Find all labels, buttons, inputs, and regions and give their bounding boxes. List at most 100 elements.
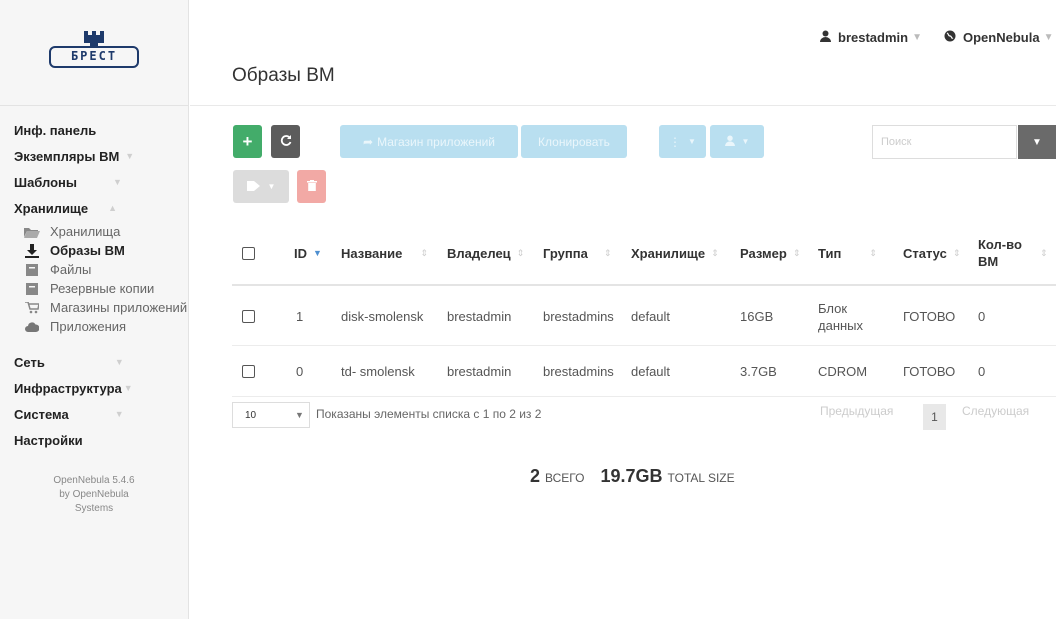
column-status[interactable]: Статус ⇕ [903, 222, 960, 284]
sort-icon: ⇕ [952, 247, 961, 258]
cell-group: brestadmins [543, 309, 614, 324]
sidebar-item-network[interactable]: Сеть ▼ [0, 350, 188, 374]
select-all-checkbox[interactable] [242, 222, 255, 284]
table-row[interactable]: 1 disk-smolensk brestadmin brestadmins d… [232, 288, 1056, 346]
plus-icon: + [242, 131, 253, 151]
page-length-value: 10 [245, 409, 257, 421]
sidebar-item-apps[interactable]: Приложения [0, 317, 188, 336]
column-owner[interactable]: Владелец ⇕ [447, 222, 524, 284]
version-text: OpenNebula 5.4.6 [53, 475, 135, 486]
sidebar-item-label: Инфраструктура [14, 380, 122, 396]
sidebar-item-label: Магазины приложений [50, 300, 188, 315]
sort-desc-icon: ▼ [313, 248, 322, 258]
cell-group: brestadmins [543, 364, 614, 379]
sidebar: БРЕСТ Инф. панель Экземпляры ВМ ▼ Шаблон… [0, 0, 189, 619]
column-name[interactable]: Название ⇕ [341, 222, 428, 284]
logo-area: БРЕСТ [0, 0, 188, 106]
sidebar-item-storage[interactable]: Хранилище ▲ [0, 196, 188, 220]
column-group[interactable]: Группа ⇕ [543, 222, 611, 284]
actions-dropdown[interactable]: ⋮ ▼ [659, 125, 706, 158]
row-checkbox[interactable] [242, 288, 255, 345]
column-label: Группа [543, 245, 588, 261]
page-length-select[interactable]: 10 ▼ [232, 402, 310, 428]
refresh-button[interactable] [271, 125, 300, 158]
pagination-info: Показаны элементы списка с 1 по 2 из 2 [316, 407, 542, 421]
sidebar-footer: OpenNebula 5.4.6 by OpenNebula Systems [0, 474, 188, 516]
more-vertical-icon: ⋮ [669, 134, 682, 149]
sidebar-item-backups[interactable]: Резервные копии [0, 279, 188, 298]
sort-icon: ⇕ [516, 247, 525, 258]
file-icon [24, 263, 40, 277]
sidebar-item-templates[interactable]: Шаблоны ▼ [0, 170, 188, 194]
column-vms[interactable]: Кол-во ВМ [978, 222, 1028, 284]
create-button[interactable]: + [233, 125, 262, 158]
globe-icon [944, 30, 956, 45]
marketplace-button[interactable]: ➦ Магазин приложений [340, 125, 518, 158]
chevron-up-icon: ▲ [108, 203, 118, 213]
logo-text: БРЕСТ [70, 49, 118, 63]
user-dropdown[interactable]: brestadmin ▼ [820, 30, 922, 45]
column-size[interactable]: Размер ⇕ [740, 222, 800, 284]
column-label: Статус [903, 245, 947, 261]
cell-id: 1 [296, 309, 304, 324]
cell-datastore: default [631, 364, 671, 379]
chevron-down-icon: ▼ [114, 409, 124, 419]
current-page-button[interactable]: 1 [923, 404, 946, 430]
sidebar-item-infrastructure[interactable]: Инфраструктура ▼ [0, 376, 188, 400]
user-icon [724, 135, 735, 149]
sidebar-item-dashboard[interactable]: Инф. панель [0, 118, 188, 142]
previous-page-link[interactable]: Предыдущая [820, 404, 893, 418]
username: brestadmin [838, 30, 909, 45]
zone-dropdown[interactable]: OpenNebula ▼ [944, 30, 1053, 45]
table-header: ID ▼ Название ⇕ Владелец ⇕ Группа ⇕ Хран… [232, 222, 1056, 286]
total-size: 19.7GB [600, 466, 663, 486]
search-options-button[interactable]: ▼ [1018, 125, 1056, 159]
sort-icon: ⇕ [792, 247, 801, 258]
sidebar-item-images[interactable]: Образы ВМ [0, 241, 188, 260]
sidebar-item-datastores[interactable]: Хранилища [0, 222, 188, 241]
next-page-link[interactable]: Следующая [962, 404, 1029, 418]
chevron-down-icon: ▼ [741, 137, 750, 146]
header-menu: brestadmin ▼ OpenNebula ▼ [820, 30, 1053, 45]
sidebar-item-system[interactable]: Система ▼ [0, 402, 188, 426]
sort-icon: ⇕ [1040, 247, 1048, 258]
cell-name: disk-smolensk [341, 309, 424, 324]
labels-dropdown[interactable]: ▼ [233, 170, 289, 203]
row-checkbox[interactable] [242, 347, 255, 396]
user-icon [820, 30, 831, 45]
column-label: Хранилище [631, 245, 706, 261]
sidebar-item-files[interactable]: Файлы [0, 260, 188, 279]
column-id[interactable]: ID ▼ [294, 222, 322, 284]
search-input[interactable]: Поиск [872, 125, 1017, 159]
total-count: 2 [530, 466, 541, 486]
owner-dropdown[interactable]: ▼ [710, 125, 764, 158]
sidebar-item-vms[interactable]: Экземпляры ВМ ▼ [0, 144, 188, 168]
column-datastore[interactable]: Хранилище ⇕ [631, 222, 719, 284]
total-count-label: ВСЕГО [545, 471, 585, 485]
cloud-icon [24, 320, 40, 334]
cell-owner: brestadmin [447, 309, 512, 324]
cell-id: 0 [296, 364, 304, 379]
column-type[interactable]: Тип ⇕ [818, 222, 877, 284]
sidebar-item-marketplaces[interactable]: Магазины приложений [0, 298, 188, 317]
sidebar-item-settings[interactable]: Настройки [0, 428, 188, 452]
cell-size: 16GB [740, 309, 774, 324]
header: Образы ВМ brestadmin ▼ OpenNebula ▼ [190, 0, 1056, 106]
clone-button[interactable]: Клонировать [521, 125, 627, 158]
chevron-down-icon: ▼ [1043, 32, 1054, 43]
trash-icon [306, 179, 317, 194]
delete-button[interactable] [297, 170, 326, 203]
tag-icon [246, 180, 260, 194]
sidebar-item-label: Файлы [50, 262, 92, 277]
cell-type: CDROM [818, 364, 868, 379]
cart-icon [24, 301, 40, 315]
sidebar-item-label: Экземпляры ВМ [14, 148, 120, 164]
sidebar-item-label: Хранилище [14, 200, 89, 216]
brest-logo[interactable]: БРЕСТ [48, 29, 140, 83]
column-label: ID [294, 245, 307, 261]
cell-owner: brestadmin [447, 364, 512, 379]
vendor-text: Systems [74, 503, 114, 514]
clone-label: Клонировать [538, 134, 610, 149]
column-label: Размер [740, 245, 787, 261]
table-row[interactable]: 0 td- smolensk brestadmin brestadmins de… [232, 347, 1056, 397]
